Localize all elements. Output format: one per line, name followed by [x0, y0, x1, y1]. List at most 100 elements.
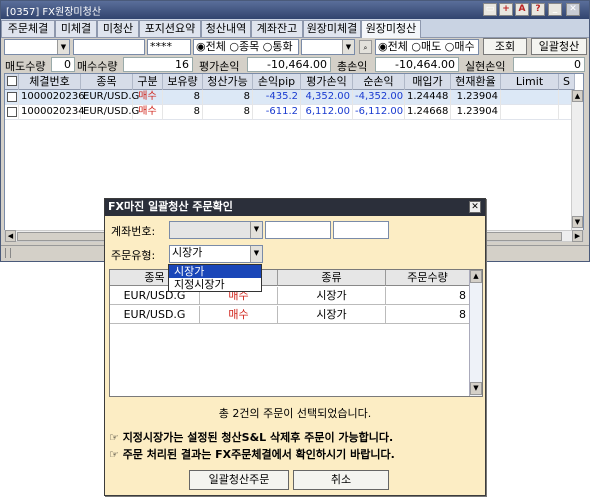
- tab-open-positions[interactable]: 미청산: [97, 20, 139, 37]
- cell-current-rate: 1.23904: [451, 90, 501, 105]
- col-closable[interactable]: 청산가능: [203, 74, 253, 90]
- close-icon[interactable]: ✕: [469, 201, 481, 213]
- scroll-down-icon[interactable]: ▼: [470, 382, 482, 395]
- cell-side: 매수: [133, 105, 163, 120]
- col-buy-price[interactable]: 매입가: [405, 74, 451, 90]
- checkbox-icon[interactable]: [7, 92, 17, 102]
- col-hold[interactable]: 보유량: [163, 74, 203, 90]
- cell-side: 매수: [200, 306, 278, 324]
- restore-icon[interactable]: ▭: [483, 3, 497, 16]
- col-eval[interactable]: 평가손익: [301, 74, 353, 90]
- warning-stop-market: ☞ 지정시장가는 설정된 청산S&L 삭제후 주문이 가능합니다.: [109, 431, 394, 444]
- dialog-account-name: [265, 221, 331, 239]
- filter-row: ▼ **** ◉전체 ○종목 ○통화 ▼ ⌕ ◉전체 ○매도 ○매수 조회 일괄…: [1, 38, 589, 57]
- row-checkbox[interactable]: [5, 105, 19, 120]
- window-titlebar[interactable]: [0357] FX원장미청산 ▭ + A ? _ ✕: [1, 1, 589, 19]
- buy-qty-value: 16: [123, 57, 193, 72]
- cell-net: -6,112.00: [353, 105, 405, 120]
- table-row[interactable]: 1000020236 EUR/USD.G 매수 8 8 -435.2 4,352…: [5, 90, 575, 105]
- radio-all-icon[interactable]: ◉: [196, 40, 206, 53]
- radio-symbol-icon[interactable]: ○: [229, 40, 239, 53]
- bulk-close-order-button[interactable]: 일괄청산주문: [189, 470, 289, 490]
- tab-close-history[interactable]: 청산내역: [201, 20, 251, 37]
- radio-sell-icon[interactable]: ○: [411, 40, 421, 53]
- dialog-title[interactable]: FX마진 일괄청산 주문확인: [105, 199, 485, 216]
- cell-kind: 시장가: [278, 287, 386, 305]
- col-limit[interactable]: Limit: [501, 74, 559, 90]
- window-title: [0357] FX원장미청산: [6, 7, 102, 18]
- table-row[interactable]: EUR/USD.G 매수 시장가 8: [110, 306, 470, 324]
- dialog-account-select[interactable]: ▼: [169, 221, 263, 239]
- tab-order-fill[interactable]: 주문체결: [1, 20, 55, 37]
- table-row[interactable]: EUR/USD.G 매수 시장가 8: [110, 287, 470, 305]
- order-type-dropdown-list: 시장가 지정시장가: [168, 264, 262, 292]
- cell-pip: -611.2: [253, 105, 301, 120]
- chevron-down-icon[interactable]: ▼: [250, 246, 262, 262]
- minimize-icon[interactable]: _: [548, 3, 562, 16]
- eval-pl-label: 평가손익: [199, 60, 240, 73]
- font-icon[interactable]: A: [515, 3, 529, 16]
- cell-closable: 8: [203, 90, 253, 105]
- side-radio-group[interactable]: ◉전체 ○매도 ○매수: [375, 39, 479, 55]
- tab-unfilled[interactable]: 미체결: [55, 20, 97, 37]
- col-symbol[interactable]: 종목: [81, 74, 133, 90]
- scroll-up-icon[interactable]: ▲: [572, 90, 583, 102]
- dialog-account-extra: [333, 221, 389, 239]
- col-current-rate[interactable]: 현재환율: [451, 74, 501, 90]
- chevron-down-icon[interactable]: ▼: [57, 40, 69, 54]
- radio-currency-icon[interactable]: ○: [263, 40, 273, 53]
- option-market[interactable]: 시장가: [169, 265, 261, 278]
- option-stop-market[interactable]: 지정시장가: [169, 278, 261, 291]
- scroll-right-icon[interactable]: ▶: [572, 230, 583, 242]
- symbol-select[interactable]: ▼: [301, 39, 355, 55]
- help-icon[interactable]: ?: [531, 3, 545, 16]
- col-side[interactable]: 구분: [133, 74, 163, 90]
- radio-all-icon[interactable]: ◉: [378, 40, 388, 53]
- vertical-scrollbar[interactable]: ▲ ▼: [571, 90, 583, 230]
- bulk-close-button[interactable]: 일괄청산: [531, 38, 587, 55]
- account-select[interactable]: ▼: [4, 39, 70, 55]
- cell-limit: [501, 90, 559, 105]
- cell-buy-price: 1.24448: [405, 90, 451, 105]
- resize-grip-icon[interactable]: [5, 248, 11, 258]
- tab-bar: 주문체결 미체결 미청산 포지션요약 청산내역 계좌잔고 원장미체결 원장미청산: [1, 19, 589, 38]
- cell-pip: -435.2: [253, 90, 301, 105]
- dialog-vertical-scrollbar[interactable]: ▲ ▼: [469, 270, 482, 396]
- tab-ledger-open[interactable]: 원장미청산: [361, 20, 421, 38]
- scope-radio-group[interactable]: ◉전체 ○종목 ○통화: [193, 39, 299, 55]
- row-checkbox[interactable]: [5, 90, 19, 105]
- scroll-left-icon[interactable]: ◀: [5, 230, 16, 242]
- col-pip[interactable]: 손익pip: [253, 74, 301, 90]
- cell-hold: 8: [163, 90, 203, 105]
- close-icon[interactable]: ✕: [566, 3, 580, 16]
- checkbox-icon[interactable]: [6, 76, 17, 86]
- password-field[interactable]: ****: [147, 39, 191, 55]
- tab-ledger-unfilled[interactable]: 원장미체결: [303, 20, 361, 37]
- cell-kind: 시장가: [278, 306, 386, 324]
- table-row[interactable]: 1000020234 EUR/USD.G 매수 8 8 -611.2 6,112…: [5, 105, 575, 120]
- select-all-checkbox[interactable]: [5, 74, 19, 90]
- checkbox-icon[interactable]: [7, 107, 17, 117]
- tab-position-summary[interactable]: 포지션요약: [139, 20, 201, 37]
- scroll-down-icon[interactable]: ▼: [572, 216, 583, 228]
- query-button[interactable]: 조회: [483, 38, 527, 55]
- cancel-button[interactable]: 취소: [293, 470, 389, 490]
- total-pl-value: -10,464.00: [375, 57, 459, 72]
- realized-pl-label: 실현손익: [465, 60, 506, 73]
- selected-count-note: 총 2건의 주문이 선택되었습니다.: [218, 407, 372, 420]
- radio-buy-icon[interactable]: ○: [445, 40, 455, 53]
- pin-icon[interactable]: +: [499, 3, 513, 16]
- cell-qty: 8: [386, 306, 470, 324]
- search-icon[interactable]: ⌕: [359, 40, 372, 54]
- col-net[interactable]: 순손익: [353, 74, 405, 90]
- tab-account-balance[interactable]: 계좌잔고: [251, 20, 303, 37]
- col-stop[interactable]: S: [559, 74, 575, 90]
- col-fill-no[interactable]: 체결번호: [19, 74, 81, 90]
- cell-eval: 6,112.00: [301, 105, 353, 120]
- order-type-select[interactable]: 시장가 ▼: [169, 245, 263, 263]
- scroll-up-icon[interactable]: ▲: [470, 270, 482, 283]
- chevron-down-icon[interactable]: ▼: [250, 222, 262, 238]
- cell-symbol: EUR/USD.G: [110, 306, 200, 324]
- order-type-label: 주문유형:: [111, 249, 156, 262]
- chevron-down-icon[interactable]: ▼: [342, 40, 354, 54]
